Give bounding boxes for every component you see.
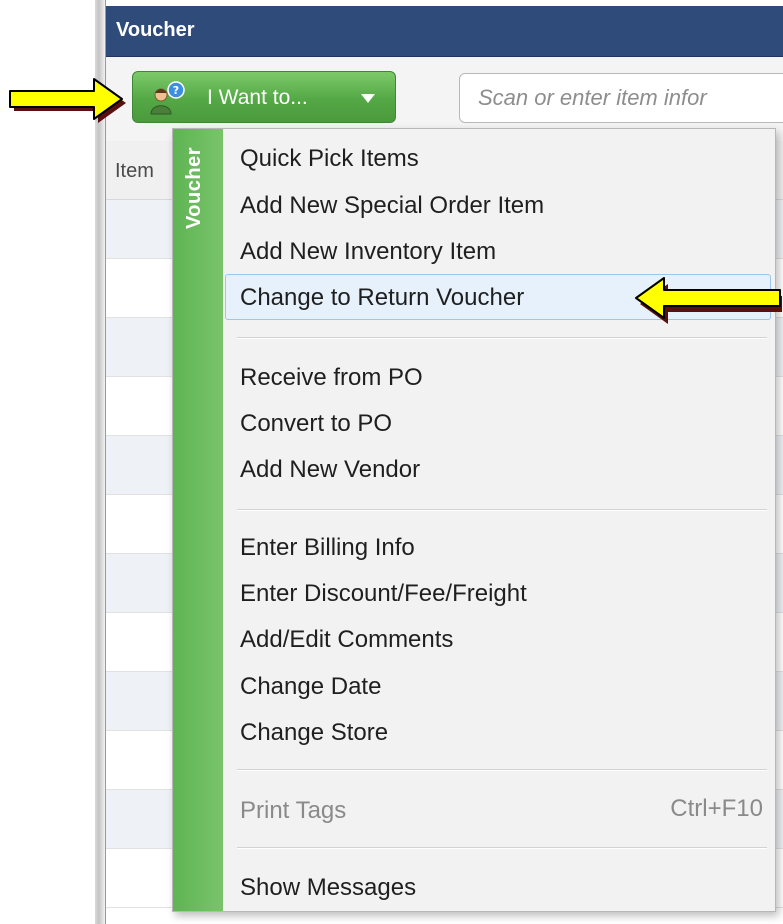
menu-item-label: Receive from PO	[240, 364, 423, 391]
menu-item-label: Change Date	[240, 673, 382, 700]
menu-item-label: Quick Pick Items	[240, 145, 419, 172]
menu-item-label: Add/Edit Comments	[240, 626, 454, 653]
item-search-field[interactable]	[459, 73, 783, 123]
menu-item-convert-to-po[interactable]: Convert to PO	[225, 400, 771, 446]
menu-item-label: Show Messages	[240, 874, 417, 901]
menu-item-enter-discount-fee-freight[interactable]: Enter Discount/Fee/Freight	[225, 570, 771, 616]
menu-separator	[237, 847, 767, 849]
menu-item-add-new-special-order-item[interactable]: Add New Special Order Item	[225, 182, 771, 228]
menu-item-receive-from-po[interactable]: Receive from PO	[225, 354, 771, 400]
menu-separator	[237, 769, 767, 771]
menu-item-label: Print Tags	[240, 797, 347, 824]
window-frame-edge	[95, 0, 106, 924]
column-header-item: Item	[115, 160, 154, 182]
title-bar: Voucher	[106, 6, 783, 57]
svg-text:?: ?	[173, 84, 179, 97]
menu-item-shortcut: Ctrl+F10	[670, 795, 763, 822]
menu-item-label: Add New Special Order Item	[240, 192, 545, 219]
i-want-to-button[interactable]: ? I Want to...	[132, 71, 396, 123]
item-search-input[interactable]	[460, 74, 783, 122]
menu-item-enter-billing-info[interactable]: Enter Billing Info	[225, 524, 771, 570]
arrow-right-icon	[9, 78, 126, 123]
menu-item-add-edit-comments[interactable]: Add/Edit Comments	[225, 616, 771, 662]
menu-separator	[237, 337, 767, 339]
menu-item-label: Add New Inventory Item	[240, 238, 497, 265]
i-want-to-label: I Want to...	[207, 86, 308, 109]
menu-item-change-store[interactable]: Change Store	[225, 709, 771, 755]
menu-item-label: Add New Vendor	[240, 456, 421, 483]
menu-side-banner: Voucher	[173, 129, 223, 911]
menu-item-label: Change to Return Voucher	[240, 284, 525, 311]
menu-item-print-tags[interactable]: Print Tags Ctrl+F10	[225, 787, 771, 833]
window-title: Voucher	[116, 19, 195, 41]
menu-side-label: Voucher	[183, 147, 205, 230]
menu-item-quick-pick-items[interactable]: Quick Pick Items	[225, 135, 771, 181]
menu-item-label: Enter Discount/Fee/Freight	[240, 580, 527, 607]
arrow-left-icon	[635, 277, 782, 324]
menu-item-label: Convert to PO	[240, 410, 393, 437]
menu-item-label: Change Store	[240, 719, 389, 746]
menu-item-add-new-inventory-item[interactable]: Add New Inventory Item	[225, 228, 771, 274]
menu-item-add-new-vendor[interactable]: Add New Vendor	[225, 446, 771, 492]
menu-item-show-messages[interactable]: Show Messages	[225, 864, 771, 910]
menu-item-label: Enter Billing Info	[240, 534, 415, 561]
caret-down-icon	[361, 94, 375, 103]
menu-item-change-date[interactable]: Change Date	[225, 663, 771, 709]
user-help-icon: ?	[150, 81, 185, 115]
i-want-to-menu: Voucher Quick Pick Items Add New Special…	[172, 128, 776, 912]
menu-separator	[237, 509, 767, 511]
